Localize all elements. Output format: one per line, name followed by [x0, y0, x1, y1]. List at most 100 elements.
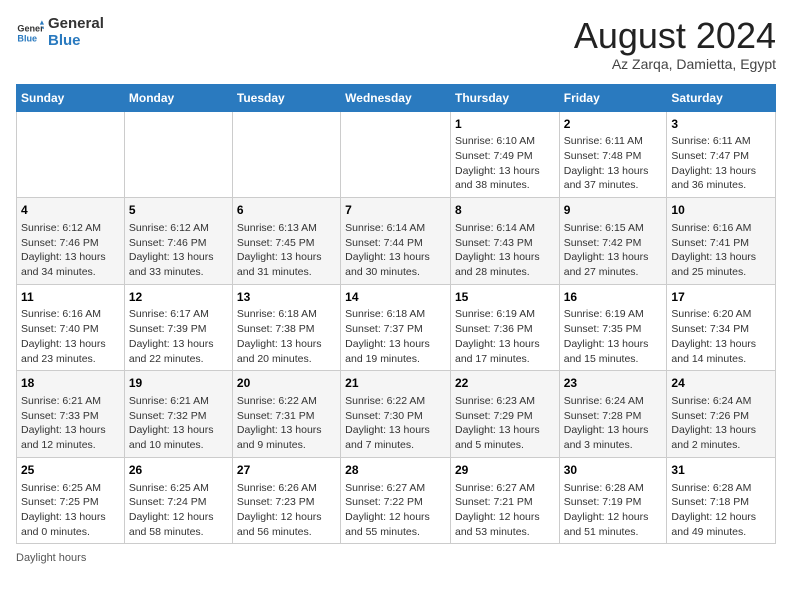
day-number: 3: [671, 116, 771, 133]
day-cell: 30Sunrise: 6:28 AM Sunset: 7:19 PM Dayli…: [559, 457, 667, 544]
svg-text:General: General: [17, 23, 44, 33]
day-cell: 20 Sunrise: 6:22 AM Sunset: 7:31 PM Dayli…: [232, 371, 340, 458]
day-info: Sunrise: 6:28 AM Sunset: 7:18 PM Dayligh…: [671, 481, 771, 540]
day-number: 26: [129, 462, 228, 479]
day-info: Sunrise: 6:14 AM Sunset: 7:43 PM Dayligh…: [455, 221, 555, 280]
day-cell: 29 Sunrise: 6:27 AM Sunset: 7:21 PM Dayli…: [450, 457, 559, 544]
day-number: 15: [455, 289, 555, 306]
day-cell: 10Sunrise: 6:16 AM Sunset: 7:41 PM Dayli…: [667, 198, 776, 285]
day-number: 23: [564, 375, 663, 392]
main-title: August 2024: [574, 16, 776, 56]
col-header-monday: Monday: [124, 84, 232, 111]
day-cell: [17, 111, 125, 198]
title-block: August 2024 Az Zarqa, Damietta, Egypt: [574, 16, 776, 72]
day-number: 31: [671, 462, 771, 479]
day-info: Sunrise: 6:10 AM Sunset: 7:49 PM Dayligh…: [455, 134, 555, 193]
day-info: Sunrise: 6:12 AM Sunset: 7:46 PM Dayligh…: [21, 221, 120, 280]
day-cell: 4 Sunrise: 6:12 AM Sunset: 7:46 PM Daylig…: [17, 198, 125, 285]
day-number: 5: [129, 202, 228, 219]
col-header-friday: Friday: [559, 84, 667, 111]
day-number: 14: [345, 289, 446, 306]
day-cell: 5 Sunrise: 6:12 AM Sunset: 7:46 PM Daylig…: [124, 198, 232, 285]
subtitle: Az Zarqa, Damietta, Egypt: [574, 56, 776, 72]
header-row: SundayMondayTuesdayWednesdayThursdayFrid…: [17, 84, 776, 111]
day-cell: 8 Sunrise: 6:14 AM Sunset: 7:43 PM Daylig…: [450, 198, 559, 285]
day-cell: 28 Sunrise: 6:27 AM Sunset: 7:22 PM Dayli…: [341, 457, 451, 544]
day-cell: 23 Sunrise: 6:24 AM Sunset: 7:28 PM Dayli…: [559, 371, 667, 458]
day-cell: 25Sunrise: 6:25 AM Sunset: 7:25 PM Dayli…: [17, 457, 125, 544]
col-header-tuesday: Tuesday: [232, 84, 340, 111]
day-info: Sunrise: 6:18 AM Sunset: 7:37 PM Dayligh…: [345, 307, 446, 366]
week-row-3: 18Sunrise: 6:21 AM Sunset: 7:33 PM Dayli…: [17, 371, 776, 458]
week-row-2: 11Sunrise: 6:16 AM Sunset: 7:40 PM Dayli…: [17, 284, 776, 371]
day-cell: 14Sunrise: 6:18 AM Sunset: 7:37 PM Dayli…: [341, 284, 451, 371]
day-number: 8: [455, 202, 555, 219]
day-cell: 22 Sunrise: 6:23 AM Sunset: 7:29 PM Dayli…: [450, 371, 559, 458]
day-cell: 24Sunrise: 6:24 AM Sunset: 7:26 PM Dayli…: [667, 371, 776, 458]
day-info: Sunrise: 6:23 AM Sunset: 7:29 PM Dayligh…: [455, 394, 555, 453]
day-number: 2: [564, 116, 663, 133]
day-info: Sunrise: 6:27 AM Sunset: 7:21 PM Dayligh…: [455, 481, 555, 540]
day-number: 7: [345, 202, 446, 219]
day-cell: [124, 111, 232, 198]
day-info: Sunrise: 6:12 AM Sunset: 7:46 PM Dayligh…: [129, 221, 228, 280]
day-info: Sunrise: 6:18 AM Sunset: 7:38 PM Dayligh…: [237, 307, 336, 366]
day-cell: 19Sunrise: 6:21 AM Sunset: 7:32 PM Dayli…: [124, 371, 232, 458]
day-cell: [232, 111, 340, 198]
day-cell: 26Sunrise: 6:25 AM Sunset: 7:24 PM Dayli…: [124, 457, 232, 544]
day-info: Sunrise: 6:17 AM Sunset: 7:39 PM Dayligh…: [129, 307, 228, 366]
day-cell: 6 Sunrise: 6:13 AM Sunset: 7:45 PM Daylig…: [232, 198, 340, 285]
day-number: 6: [237, 202, 336, 219]
day-cell: 21Sunrise: 6:22 AM Sunset: 7:30 PM Dayli…: [341, 371, 451, 458]
day-number: 20: [237, 375, 336, 392]
day-number: 11: [21, 289, 120, 306]
day-number: 28: [345, 462, 446, 479]
day-info: Sunrise: 6:19 AM Sunset: 7:35 PM Dayligh…: [564, 307, 663, 366]
day-cell: 1Sunrise: 6:10 AM Sunset: 7:49 PM Daylig…: [450, 111, 559, 198]
footer-text: Daylight hours: [16, 552, 86, 564]
day-info: Sunrise: 6:15 AM Sunset: 7:42 PM Dayligh…: [564, 221, 663, 280]
day-cell: 31 Sunrise: 6:28 AM Sunset: 7:18 PM Dayli…: [667, 457, 776, 544]
col-header-saturday: Saturday: [667, 84, 776, 111]
day-info: Sunrise: 6:22 AM Sunset: 7:31 PM Dayligh…: [237, 394, 336, 453]
day-number: 24: [671, 375, 771, 392]
calendar-body: 1Sunrise: 6:10 AM Sunset: 7:49 PM Daylig…: [17, 111, 776, 544]
day-number: 30: [564, 462, 663, 479]
col-header-thursday: Thursday: [450, 84, 559, 111]
logo-general: General: [48, 16, 104, 33]
day-number: 18: [21, 375, 120, 392]
day-info: Sunrise: 6:20 AM Sunset: 7:34 PM Dayligh…: [671, 307, 771, 366]
day-info: Sunrise: 6:19 AM Sunset: 7:36 PM Dayligh…: [455, 307, 555, 366]
day-number: 19: [129, 375, 228, 392]
day-cell: 13Sunrise: 6:18 AM Sunset: 7:38 PM Dayli…: [232, 284, 340, 371]
day-number: 22: [455, 375, 555, 392]
logo-icon: General Blue: [16, 19, 44, 47]
day-cell: 2Sunrise: 6:11 AM Sunset: 7:48 PM Daylig…: [559, 111, 667, 198]
day-info: Sunrise: 6:27 AM Sunset: 7:22 PM Dayligh…: [345, 481, 446, 540]
day-number: 27: [237, 462, 336, 479]
day-cell: 16Sunrise: 6:19 AM Sunset: 7:35 PM Dayli…: [559, 284, 667, 371]
day-cell: 15Sunrise: 6:19 AM Sunset: 7:36 PM Dayli…: [450, 284, 559, 371]
week-row-1: 4 Sunrise: 6:12 AM Sunset: 7:46 PM Daylig…: [17, 198, 776, 285]
day-number: 29: [455, 462, 555, 479]
day-number: 25: [21, 462, 120, 479]
day-info: Sunrise: 6:13 AM Sunset: 7:45 PM Dayligh…: [237, 221, 336, 280]
day-cell: 11Sunrise: 6:16 AM Sunset: 7:40 PM Dayli…: [17, 284, 125, 371]
day-number: 9: [564, 202, 663, 219]
footer-note: Daylight hours: [16, 552, 776, 564]
day-info: Sunrise: 6:16 AM Sunset: 7:40 PM Dayligh…: [21, 307, 120, 366]
svg-text:Blue: Blue: [17, 33, 37, 43]
day-number: 13: [237, 289, 336, 306]
week-row-4: 25Sunrise: 6:25 AM Sunset: 7:25 PM Dayli…: [17, 457, 776, 544]
header: General Blue General Blue August 2024 Az…: [16, 16, 776, 72]
day-info: Sunrise: 6:26 AM Sunset: 7:23 PM Dayligh…: [237, 481, 336, 540]
day-number: 17: [671, 289, 771, 306]
day-cell: 27 Sunrise: 6:26 AM Sunset: 7:23 PM Dayli…: [232, 457, 340, 544]
day-cell: 7Sunrise: 6:14 AM Sunset: 7:44 PM Daylig…: [341, 198, 451, 285]
day-info: Sunrise: 6:24 AM Sunset: 7:28 PM Dayligh…: [564, 394, 663, 453]
day-number: 4: [21, 202, 120, 219]
day-number: 21: [345, 375, 446, 392]
day-cell: 18Sunrise: 6:21 AM Sunset: 7:33 PM Dayli…: [17, 371, 125, 458]
logo: General Blue General Blue: [16, 16, 104, 49]
day-cell: 9 Sunrise: 6:15 AM Sunset: 7:42 PM Daylig…: [559, 198, 667, 285]
